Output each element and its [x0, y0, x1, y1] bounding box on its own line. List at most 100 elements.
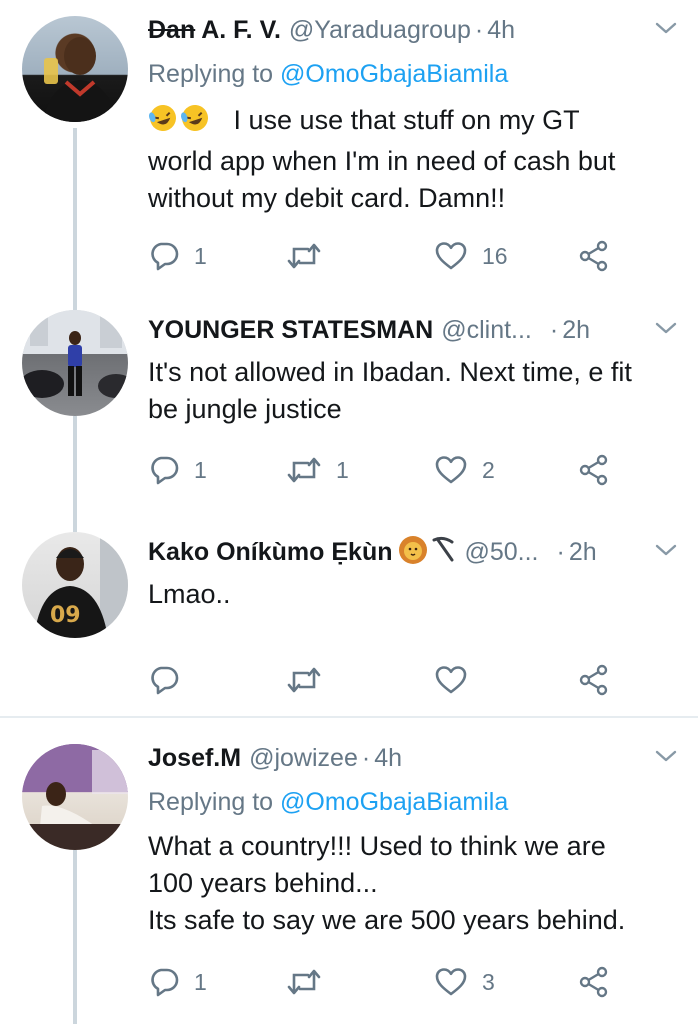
replying-to: Replying to @OmoGbajaBiamila: [148, 788, 508, 817]
replying-label: Replying to: [148, 60, 274, 88]
display-name[interactable]: A. F. V.: [201, 16, 281, 45]
chevron-down-icon[interactable]: [654, 748, 678, 764]
avatar-photo: [22, 310, 128, 398]
share-icon: [578, 966, 610, 998]
tweet-text-line: be jungle justice: [148, 394, 342, 424]
heart-icon: [434, 966, 468, 998]
tweet-text: What a country!!! Used to think we are 1…: [148, 828, 678, 939]
avatar-photo: [22, 744, 128, 850]
share-icon: [578, 240, 610, 272]
retweet-icon: [286, 454, 322, 486]
svg-text:09: 09: [50, 603, 81, 628]
share-icon: [578, 664, 610, 696]
avatar[interactable]: [22, 310, 128, 416]
replying-mention[interactable]: @OmoGbajaBiamila: [280, 60, 508, 88]
reply-button[interactable]: 1: [148, 450, 207, 490]
retweet-button[interactable]: [286, 236, 336, 276]
timestamp[interactable]: 4h: [487, 16, 515, 45]
chevron-down-icon[interactable]: [654, 542, 678, 558]
separator: ·: [549, 315, 559, 344]
retweet-icon: [286, 240, 322, 272]
display-name[interactable]: Kako Oníkùmo Ẹkùn: [148, 538, 392, 567]
like-button[interactable]: 16: [434, 236, 508, 276]
heart-icon: [434, 454, 468, 486]
retweet-icon: [286, 966, 322, 998]
avatar-photo: 09: [34, 532, 128, 638]
handle[interactable]: @50...: [464, 538, 538, 567]
separator: ·: [361, 743, 371, 772]
tweet-text-line: Lmao..: [148, 579, 231, 609]
tweet[interactable]: Josef.M @jowizee · 4h Replying to @OmoGb…: [0, 718, 698, 1024]
tweet-text-line: It's not allowed in Ibadan. Next time, e…: [148, 357, 632, 387]
tweet-text: I use use that stuff on my GT world app …: [148, 102, 678, 217]
chevron-down-icon[interactable]: [654, 320, 678, 336]
tweet[interactable]: YOUNGER STATESMAN @clint... · 2h It's no…: [0, 292, 698, 508]
handle[interactable]: @jowizee: [249, 744, 358, 773]
like-button[interactable]: 3: [434, 962, 495, 1002]
avatar[interactable]: 09: [22, 532, 128, 638]
thread-line: [73, 128, 77, 292]
reply-count: 1: [194, 968, 207, 995]
tweet-actions: [148, 660, 618, 700]
like-count: 2: [482, 456, 495, 483]
heart-icon: [434, 664, 468, 696]
thread-line: [73, 416, 77, 508]
like-count: 16: [482, 242, 508, 269]
timestamp[interactable]: 2h: [562, 316, 590, 345]
timestamp[interactable]: 4h: [374, 744, 402, 773]
tweet-text-line: I use use that stuff on my GT: [233, 105, 580, 135]
lion-emoji-icon: [398, 535, 428, 570]
handle[interactable]: @Yaraduagroup: [289, 16, 471, 45]
retweet-button[interactable]: [286, 962, 336, 1002]
avatar-photo: [42, 37, 118, 122]
tweet-actions: 1 16: [148, 236, 618, 276]
thread-line: [73, 508, 77, 532]
tweet-text-line: without my debit card. Damn!!: [148, 183, 506, 213]
retweet-count: 1: [336, 456, 349, 483]
replying-mention[interactable]: @OmoGbajaBiamila: [280, 788, 508, 816]
tweet-text-line: What a country!!! Used to think we are: [148, 831, 606, 861]
reply-icon: [148, 664, 180, 696]
retweet-button[interactable]: [286, 660, 336, 700]
share-button[interactable]: [578, 660, 610, 700]
replying-to: Replying to @OmoGbajaBiamila: [148, 60, 508, 89]
timestamp[interactable]: 2h: [569, 538, 597, 567]
reply-count: 1: [194, 456, 207, 483]
thread-line: [73, 850, 77, 1024]
tweet[interactable]: 09 Kako Oníkùmo Ẹkùn @50... · 2h Lmao..: [0, 508, 698, 716]
laughing-emoji-icon: [148, 103, 212, 143]
like-button[interactable]: [434, 660, 482, 700]
avatar[interactable]: [22, 744, 128, 850]
display-name[interactable]: YOUNGER STATESMAN: [148, 316, 433, 345]
reply-count: 1: [194, 242, 207, 269]
like-button[interactable]: 2: [434, 450, 495, 490]
share-button[interactable]: [578, 236, 610, 276]
tweet[interactable]: Dan A. F. V. @Yaraduagroup · 4h Replying…: [0, 0, 698, 292]
reply-button[interactable]: 1: [148, 236, 207, 276]
tweet-text-line: world app when I'm in need of cash but: [148, 146, 616, 176]
tweet-text-line: Its safe to say we are 500 years behind.: [148, 905, 626, 935]
tweet-actions: 1 3: [148, 962, 618, 1002]
share-icon: [578, 454, 610, 486]
heart-icon: [434, 240, 468, 272]
share-button[interactable]: [578, 450, 610, 490]
handle[interactable]: @clint...: [441, 316, 532, 345]
reply-icon: [148, 966, 180, 998]
avatar[interactable]: [22, 16, 128, 122]
retweet-button[interactable]: 1: [286, 450, 349, 490]
like-count: 3: [482, 968, 495, 995]
display-name-struck: Dan: [148, 15, 196, 44]
reply-icon: [148, 240, 180, 272]
thread-line: [73, 292, 77, 310]
tweet-text: Lmao..: [148, 576, 678, 613]
share-button[interactable]: [578, 962, 610, 1002]
retweet-icon: [286, 664, 322, 696]
display-name[interactable]: Josef.M: [148, 744, 241, 773]
reply-button[interactable]: [148, 660, 194, 700]
separator: ·: [556, 537, 565, 566]
tweet-actions: 1 1 2: [148, 450, 618, 490]
reply-icon: [148, 454, 180, 486]
reply-button[interactable]: 1: [148, 962, 207, 1002]
chevron-down-icon[interactable]: [654, 20, 678, 36]
tweet-text-line: 100 years behind...: [148, 868, 378, 898]
